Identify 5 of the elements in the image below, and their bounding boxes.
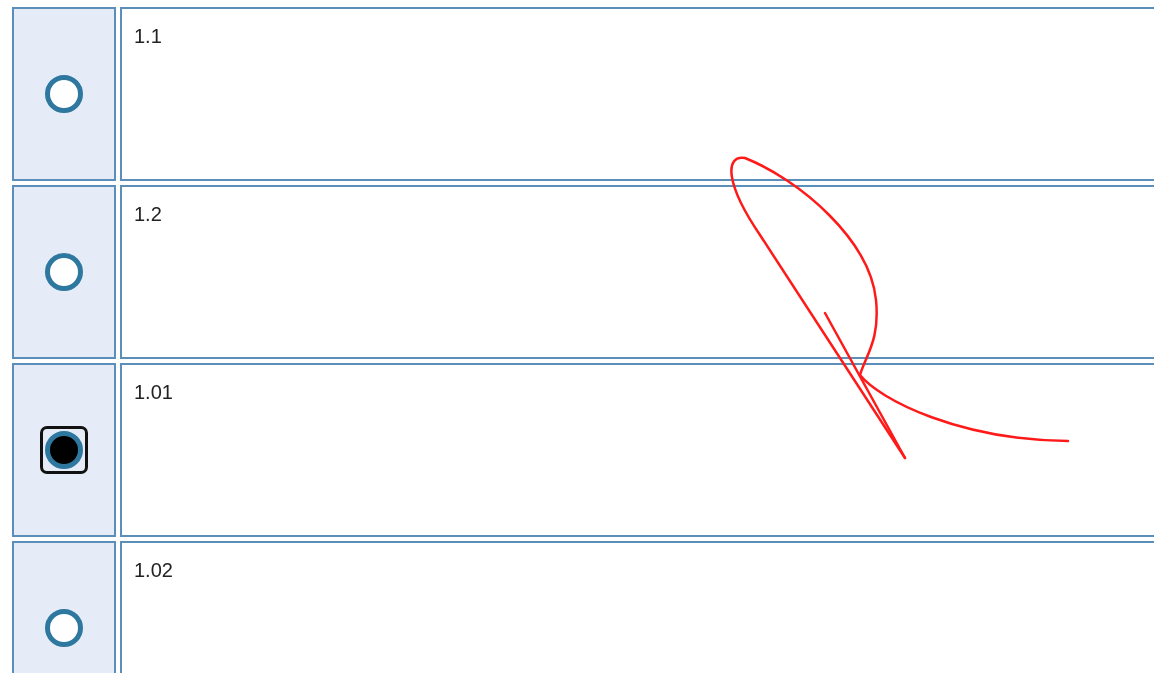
answer-text: 1.2 bbox=[134, 203, 162, 225]
answer-text: 1.02 bbox=[134, 559, 173, 581]
answer-text: 1.01 bbox=[134, 381, 173, 403]
radio-button[interactable] bbox=[40, 426, 88, 474]
answer-text: 1.1 bbox=[134, 25, 162, 47]
